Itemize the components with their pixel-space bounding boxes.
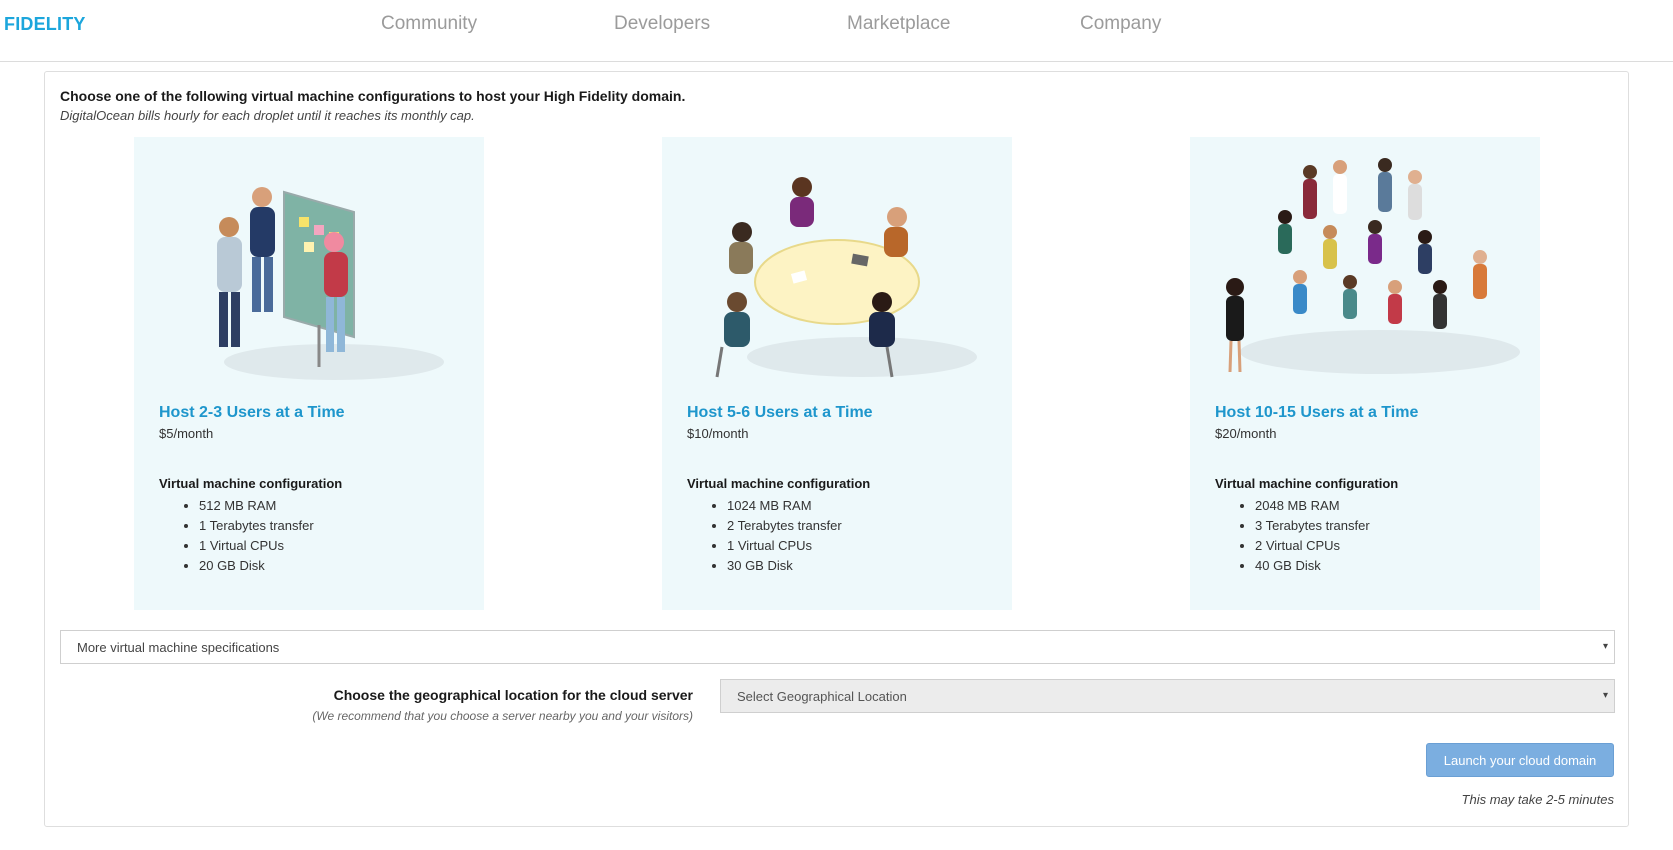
spec-item: 1 Terabytes transfer <box>199 516 314 536</box>
plan-price: $5/month <box>159 426 214 441</box>
geo-location-dropdown[interactable]: Select Geographical Location ▾ <box>720 679 1615 713</box>
plan-title: Host 10-15 Users at a Time <box>1215 404 1419 421</box>
spec-list: 1024 MB RAM 2 Terabytes transfer 1 Virtu… <box>727 496 842 576</box>
spec-item: 1 Virtual CPUs <box>727 536 842 556</box>
launch-cloud-domain-button[interactable]: Launch your cloud domain <box>1426 743 1614 777</box>
config-heading: Virtual machine configuration <box>159 476 343 491</box>
plan-card-small[interactable]: Host 2-3 Users at a Time $5/month Virtua… <box>134 137 484 610</box>
spec-item: 2 Virtual CPUs <box>1255 536 1370 556</box>
more-specs-selected: More virtual machine specifications <box>77 640 280 655</box>
top-navigation: FIDELITY Community Developers Marketplac… <box>0 0 1673 62</box>
plan-title: Host 2-3 Users at a Time <box>159 404 345 421</box>
spec-item: 40 GB Disk <box>1255 556 1370 576</box>
spec-item: 3 Terabytes transfer <box>1255 516 1370 536</box>
spec-list: 2048 MB RAM 3 Terabytes transfer 2 Virtu… <box>1255 496 1370 576</box>
spec-item: 30 GB Disk <box>727 556 842 576</box>
spec-item: 512 MB RAM <box>199 496 314 516</box>
team-meeting-illustration <box>715 177 977 378</box>
more-specs-dropdown[interactable]: More virtual machine specifications ▾ <box>60 630 1615 664</box>
spec-item: 1 Virtual CPUs <box>199 536 314 556</box>
plan-card-large[interactable]: Host 10-15 Users at a Time $20/month Vir… <box>1190 137 1540 610</box>
nav-link-company[interactable]: Company <box>1080 13 1161 35</box>
plan-price: $20/month <box>1215 426 1277 441</box>
configuration-panel: Choose one of the following virtual mach… <box>44 71 1629 827</box>
geo-location-selected: Select Geographical Location <box>737 689 907 704</box>
chevron-down-icon: ▾ <box>1602 641 1608 652</box>
nav-link-marketplace[interactable]: Marketplace <box>847 13 951 35</box>
spec-list: 512 MB RAM 1 Terabytes transfer 1 Virtua… <box>199 496 314 576</box>
launch-time-note: This may take 2-5 minutes <box>1461 792 1614 807</box>
plan-title: Host 5-6 Users at a Time <box>687 404 873 421</box>
intro-heading: Choose one of the following virtual mach… <box>60 88 686 104</box>
config-heading: Virtual machine configuration <box>1215 476 1399 491</box>
geo-location-label: Choose the geographical location for the… <box>333 687 693 703</box>
spec-item: 2 Terabytes transfer <box>727 516 842 536</box>
intro-subtext: DigitalOcean bills hourly for each dropl… <box>60 108 475 123</box>
team-whiteboard-illustration <box>217 187 444 380</box>
plan-card-medium[interactable]: Host 5-6 Users at a Time $10/month Virtu… <box>662 137 1012 610</box>
nav-link-developers[interactable]: Developers <box>614 13 710 35</box>
audience-illustration <box>1226 158 1520 374</box>
spec-item: 1024 MB RAM <box>727 496 842 516</box>
brand-logo[interactable]: FIDELITY <box>4 14 86 35</box>
spec-item: 20 GB Disk <box>199 556 314 576</box>
nav-link-community[interactable]: Community <box>381 13 477 35</box>
chevron-down-icon: ▾ <box>1602 690 1608 701</box>
plan-price: $10/month <box>687 426 749 441</box>
geo-location-note: (We recommend that you choose a server n… <box>312 709 693 723</box>
config-heading: Virtual machine configuration <box>687 476 871 491</box>
spec-item: 2048 MB RAM <box>1255 496 1370 516</box>
